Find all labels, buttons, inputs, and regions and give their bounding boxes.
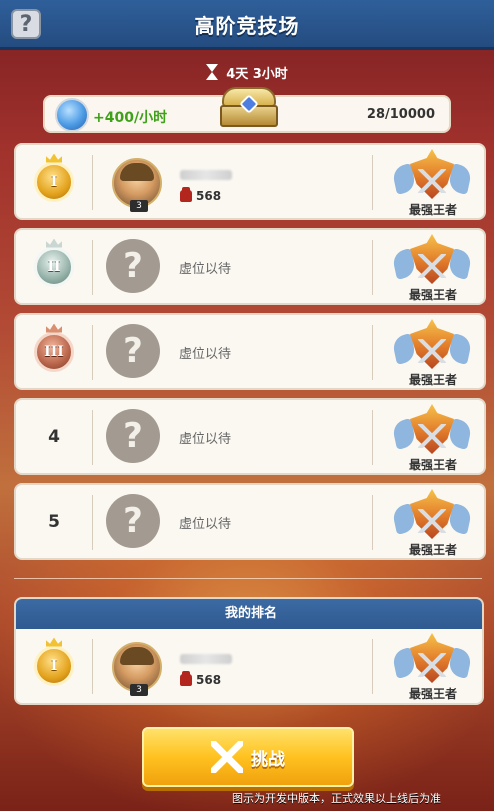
silver-medal-icon: II (34, 238, 74, 287)
rank-number: 5 (48, 511, 60, 532)
reward-orb-icon (55, 98, 89, 132)
title-badge: 最强王者 (384, 633, 482, 703)
reward-count: 28/10000 (366, 107, 435, 122)
vacant-text: 虚位以待 (179, 432, 232, 447)
rank-row-3[interactable]: III ? 虚位以待 最强王者 (14, 313, 486, 390)
gold-medal-icon: I (34, 153, 74, 202)
rank-number: 4 (48, 426, 60, 447)
crossed-swords-icon (418, 509, 446, 533)
bronze-medal-icon: III (34, 323, 74, 372)
season-timer: 4天 3小时 (0, 60, 494, 84)
level-badge: 3 (130, 684, 148, 696)
avatar[interactable]: 3 (112, 642, 162, 696)
rank-row-4[interactable]: 4 ? 虚位以待 最强王者 (14, 398, 486, 475)
header-bar: ? 高阶竞技场 (0, 0, 494, 50)
fist-icon (180, 671, 192, 686)
page-title: 高阶竞技场 (194, 14, 300, 38)
title-badge: 最强王者 (384, 234, 482, 304)
rank-number-cell: 4 (16, 400, 92, 473)
rank-row-2[interactable]: II ? 虚位以待 最强王者 (14, 228, 486, 305)
crossed-swords-icon (418, 169, 446, 193)
title-label: 最强王者 (408, 373, 457, 387)
title-label: 最强王者 (408, 288, 457, 302)
vacant-text: 虚位以待 (179, 517, 232, 532)
placeholder-avatar-icon: ? (106, 324, 160, 378)
rank-medal-cell: III (16, 315, 92, 388)
title-label: 最强王者 (408, 203, 457, 217)
power-value: 568 (196, 189, 222, 203)
crossed-swords-icon (418, 254, 446, 278)
rank-number-cell: 5 (16, 485, 92, 558)
placeholder-avatar-icon: ? (106, 239, 160, 293)
rank-label: I (50, 173, 58, 190)
avatar[interactable]: 3 (112, 158, 162, 212)
power-value: 568 (196, 673, 222, 687)
challenge-label: 挑战 (251, 749, 285, 770)
reward-rate: +400/小时 (93, 110, 168, 126)
gold-medal-icon: I (34, 637, 74, 686)
title-badge: 最强王者 (384, 319, 482, 389)
rank-label: II (47, 258, 61, 275)
rank-medal-cell: I (16, 145, 92, 218)
rank-label: I (50, 657, 58, 674)
footer-note: 图示为开发中版本，正式效果以上线后为准 (232, 792, 441, 805)
rank-label: III (44, 343, 64, 360)
vacant-text: 虚位以待 (179, 262, 232, 277)
timer-text: 4天 3小时 (226, 66, 288, 82)
player-name-blurred (180, 170, 232, 180)
rank-row-1[interactable]: I 3 568 最强王者 (14, 143, 486, 220)
crossed-swords-icon (418, 424, 446, 448)
hourglass-icon (206, 64, 219, 80)
rank-row-5[interactable]: 5 ? 虚位以待 最强王者 (14, 483, 486, 560)
title-badge: 最强王者 (384, 404, 482, 474)
my-rank-panel: 我的排名 I 3 568 最强王者 (14, 597, 484, 705)
level-badge: 3 (130, 200, 148, 212)
title-badge: 最强王者 (384, 489, 482, 559)
title-badge: 最强王者 (384, 149, 482, 219)
my-rank-row[interactable]: I 3 568 最强王者 (16, 629, 482, 703)
title-label: 最强王者 (408, 458, 457, 472)
crossed-swords-icon (418, 339, 446, 363)
rank-medal-cell: II (16, 230, 92, 303)
challenge-button[interactable]: 挑战 (142, 727, 354, 787)
crossed-swords-icon (211, 741, 243, 773)
rank-medal-cell: I (16, 629, 92, 702)
player-name-blurred (180, 654, 232, 664)
fist-icon (180, 187, 192, 202)
vacant-text: 虚位以待 (179, 347, 232, 362)
reward-bar: +400/小时 28/10000 (43, 87, 451, 133)
placeholder-avatar-icon: ? (106, 494, 160, 548)
title-label: 最强王者 (408, 687, 457, 701)
crossed-swords-icon (418, 653, 446, 677)
placeholder-avatar-icon: ? (106, 409, 160, 463)
treasure-chest-icon[interactable] (220, 87, 278, 129)
title-label: 最强王者 (408, 543, 457, 557)
section-divider (14, 578, 482, 579)
my-rank-heading: 我的排名 (16, 599, 482, 629)
power-display: 568 (180, 671, 222, 687)
power-display: 568 (180, 187, 222, 203)
